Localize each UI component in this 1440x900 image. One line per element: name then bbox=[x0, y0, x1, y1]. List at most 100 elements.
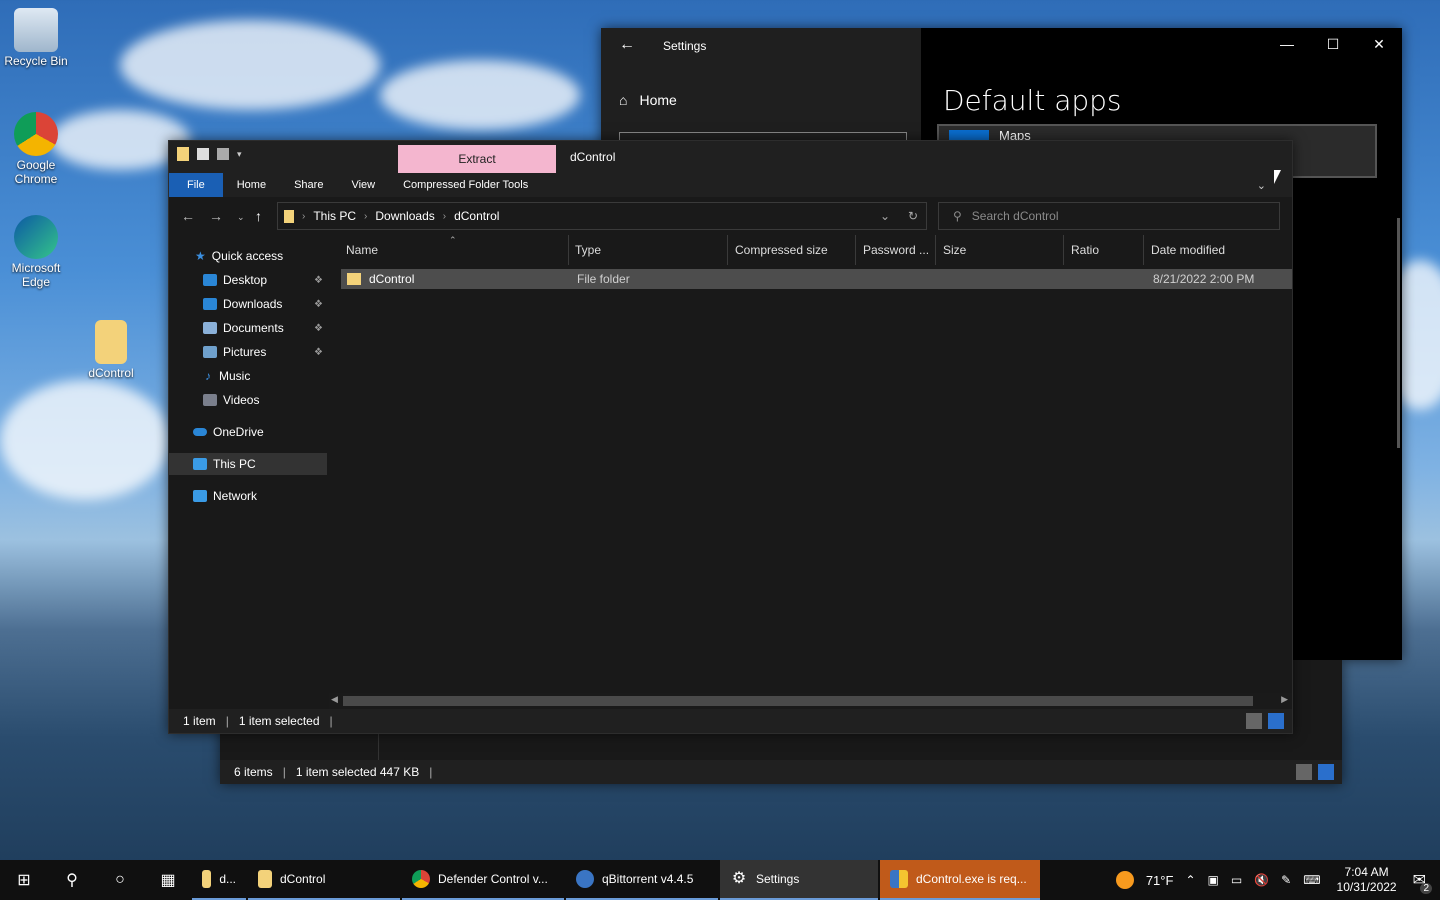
pin-icon[interactable]: ❖ bbox=[314, 299, 323, 310]
nav-item-quick-access[interactable]: ★ Quick access bbox=[169, 245, 327, 267]
taskbar-app-winrar[interactable]: d... bbox=[192, 860, 246, 900]
column-header-ratio[interactable]: Ratio bbox=[1064, 235, 1144, 265]
videos-icon bbox=[203, 394, 217, 406]
scroll-left-icon[interactable]: ◀ bbox=[331, 694, 338, 705]
nav-item-music[interactable]: ♪ Music bbox=[169, 365, 327, 387]
breadcrumb-dcontrol[interactable]: dControl bbox=[454, 209, 499, 223]
settings-home-link[interactable]: ⌂ Home bbox=[619, 92, 677, 108]
nav-label: Pictures bbox=[223, 345, 267, 359]
column-header-date-modified[interactable]: Date modified bbox=[1144, 235, 1284, 265]
search-input[interactable]: ⚲ Search dControl bbox=[938, 202, 1280, 230]
navigation-pane: ★ Quick access Desktop ❖ Downloads ❖ Doc… bbox=[169, 235, 327, 709]
column-header-size[interactable]: Size bbox=[936, 235, 1064, 265]
weather-icon[interactable] bbox=[1115, 871, 1134, 889]
taskbar-app-qbittorrent[interactable]: qBittorrent v4.4.5 bbox=[566, 860, 718, 900]
view-toggle bbox=[1246, 713, 1284, 729]
qbittorrent-icon bbox=[576, 870, 594, 888]
nav-item-onedrive[interactable]: OneDrive bbox=[169, 421, 327, 443]
address-dropdown-icon[interactable]: ⌄ bbox=[880, 209, 890, 223]
download-icon bbox=[203, 298, 217, 310]
tab-view[interactable]: View bbox=[337, 173, 389, 197]
recent-locations-icon[interactable]: ⌄ bbox=[237, 212, 245, 223]
maximize-button[interactable]: ☐ bbox=[1310, 36, 1356, 53]
pen-icon[interactable]: ✎ bbox=[1281, 873, 1291, 887]
tab-file[interactable]: File bbox=[169, 173, 223, 197]
task-view-icon[interactable]: ▦ bbox=[144, 860, 192, 900]
search-icon: ⚲ bbox=[953, 209, 962, 223]
zip-folder-icon bbox=[202, 870, 212, 888]
nav-item-videos[interactable]: Videos bbox=[169, 389, 327, 411]
properties-icon[interactable] bbox=[197, 148, 209, 160]
windows-start-icon[interactable]: ⊞ bbox=[0, 860, 48, 900]
back-arrow-icon[interactable]: ← bbox=[619, 36, 635, 54]
tab-compressed-folder-tools[interactable]: Compressed Folder Tools bbox=[389, 173, 542, 197]
large-icons-view-icon[interactable] bbox=[1268, 713, 1284, 729]
details-view-icon[interactable] bbox=[1246, 713, 1262, 729]
keyboard-icon[interactable]: ⌨ bbox=[1303, 873, 1320, 887]
forward-arrow-icon[interactable]: → bbox=[209, 208, 223, 224]
search-icon[interactable]: ⚲ bbox=[48, 860, 96, 900]
up-arrow-icon[interactable]: ↑ bbox=[255, 208, 262, 224]
breadcrumb-downloads[interactable]: Downloads bbox=[375, 209, 434, 223]
desktop-icon-chrome[interactable]: Google Chrome bbox=[0, 112, 72, 186]
scroll-right-icon[interactable]: ▶ bbox=[1281, 694, 1288, 705]
pin-icon[interactable]: ❖ bbox=[314, 347, 323, 358]
mouse-cursor bbox=[1274, 170, 1281, 184]
notification-center-icon[interactable]: ✉ 2 bbox=[1413, 870, 1432, 894]
desktop-icon-recycle-bin[interactable]: Recycle Bin bbox=[0, 8, 72, 68]
close-button[interactable]: ✕ bbox=[1356, 36, 1402, 53]
customize-dropdown-icon[interactable]: ▾ bbox=[237, 149, 242, 160]
file-date: 8/21/2022 2:00 PM bbox=[1153, 272, 1255, 286]
taskbar-app-uac-prompt[interactable]: dControl.exe is req... bbox=[880, 860, 1040, 900]
clock[interactable]: 7:04 AM 10/31/2022 bbox=[1337, 865, 1397, 895]
refresh-icon[interactable]: ↻ bbox=[908, 209, 918, 223]
horizontal-scrollbar[interactable]: ◀ ▶ bbox=[329, 693, 1292, 709]
details-view-icon[interactable] bbox=[1296, 764, 1312, 780]
pin-icon[interactable]: ❖ bbox=[314, 275, 323, 286]
new-folder-icon[interactable] bbox=[217, 148, 229, 160]
breadcrumb-this-pc[interactable]: This PC bbox=[313, 209, 356, 223]
meet-now-icon[interactable]: ▣ bbox=[1208, 873, 1219, 887]
column-header-type[interactable]: Type bbox=[568, 235, 728, 265]
minimize-button[interactable]: — bbox=[1264, 36, 1310, 52]
scrollbar-thumb[interactable] bbox=[343, 696, 1253, 706]
extract-contextual-tab[interactable]: Extract bbox=[398, 145, 556, 173]
cortana-icon[interactable]: ○ bbox=[96, 860, 144, 900]
weather-temperature[interactable]: 71°F bbox=[1146, 873, 1174, 888]
column-header-password[interactable]: Password ... bbox=[856, 235, 936, 265]
column-header-compressed-size[interactable]: Compressed size bbox=[728, 235, 856, 265]
nav-label: OneDrive bbox=[213, 425, 264, 439]
nav-item-documents[interactable]: Documents ❖ bbox=[169, 317, 327, 339]
table-row[interactable]: dControl File folder 8/21/2022 2:00 PM bbox=[341, 269, 1292, 289]
expand-ribbon-icon[interactable]: ⌄ bbox=[1257, 179, 1266, 192]
nav-item-network[interactable]: Network bbox=[169, 485, 327, 507]
scrollbar[interactable] bbox=[1397, 218, 1400, 448]
nav-label: Documents bbox=[223, 321, 284, 335]
nav-item-desktop[interactable]: Desktop ❖ bbox=[169, 269, 327, 291]
desktop-icon-dcontrol[interactable]: dControl bbox=[75, 320, 147, 380]
nav-label: This PC bbox=[213, 457, 256, 471]
desktop-icon-edge[interactable]: Microsoft Edge bbox=[0, 215, 72, 289]
nav-item-pictures[interactable]: Pictures ❖ bbox=[169, 341, 327, 363]
chrome-icon bbox=[412, 870, 430, 888]
volume-muted-icon[interactable]: 🔇 bbox=[1254, 873, 1269, 887]
tab-share[interactable]: Share bbox=[280, 173, 337, 197]
music-icon: ♪ bbox=[205, 369, 211, 383]
taskbar-app-explorer[interactable]: dControl bbox=[248, 860, 400, 900]
address-bar[interactable]: › This PC › Downloads › dControl ⌄ ↻ bbox=[277, 202, 927, 230]
pin-icon[interactable]: ❖ bbox=[314, 323, 323, 334]
taskbar-app-chrome[interactable]: Defender Control v... bbox=[402, 860, 564, 900]
show-hidden-icons-icon[interactable]: ⌃ bbox=[1185, 873, 1195, 887]
desktop-icon bbox=[203, 274, 217, 286]
clock-date: 10/31/2022 bbox=[1336, 880, 1397, 894]
nav-item-this-pc[interactable]: This PC bbox=[169, 453, 327, 475]
large-icons-view-icon[interactable] bbox=[1318, 764, 1334, 780]
status-bar: 1 item | 1 item selected | bbox=[169, 709, 1292, 733]
settings-title: Settings bbox=[663, 39, 707, 53]
nav-item-downloads[interactable]: Downloads ❖ bbox=[169, 293, 327, 315]
network-icon[interactable]: ▭ bbox=[1231, 873, 1242, 887]
tab-home[interactable]: Home bbox=[223, 173, 280, 197]
taskbar-app-settings[interactable]: ⚙ Settings bbox=[720, 860, 878, 900]
back-arrow-icon[interactable]: ← bbox=[181, 208, 195, 224]
page-title: Default apps bbox=[943, 84, 1122, 117]
